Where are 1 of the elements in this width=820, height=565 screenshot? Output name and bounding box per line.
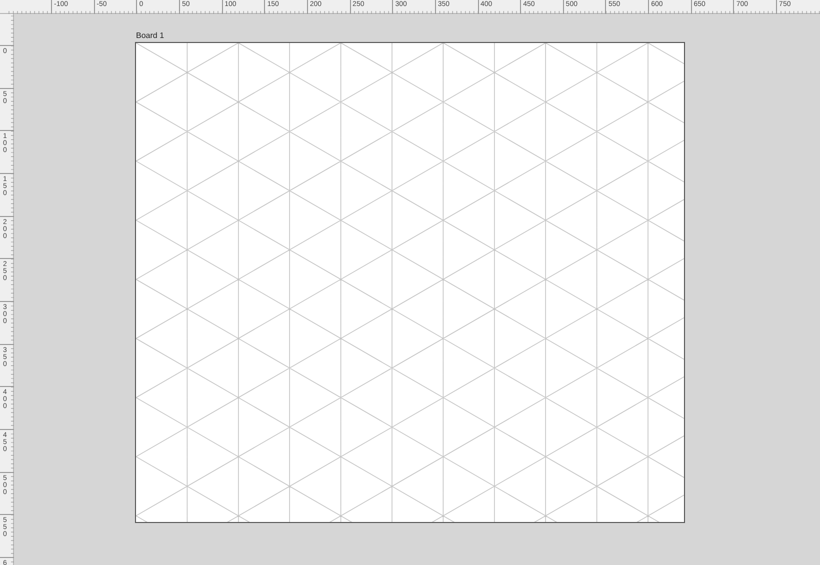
board-title: Board 1 [136, 31, 164, 41]
